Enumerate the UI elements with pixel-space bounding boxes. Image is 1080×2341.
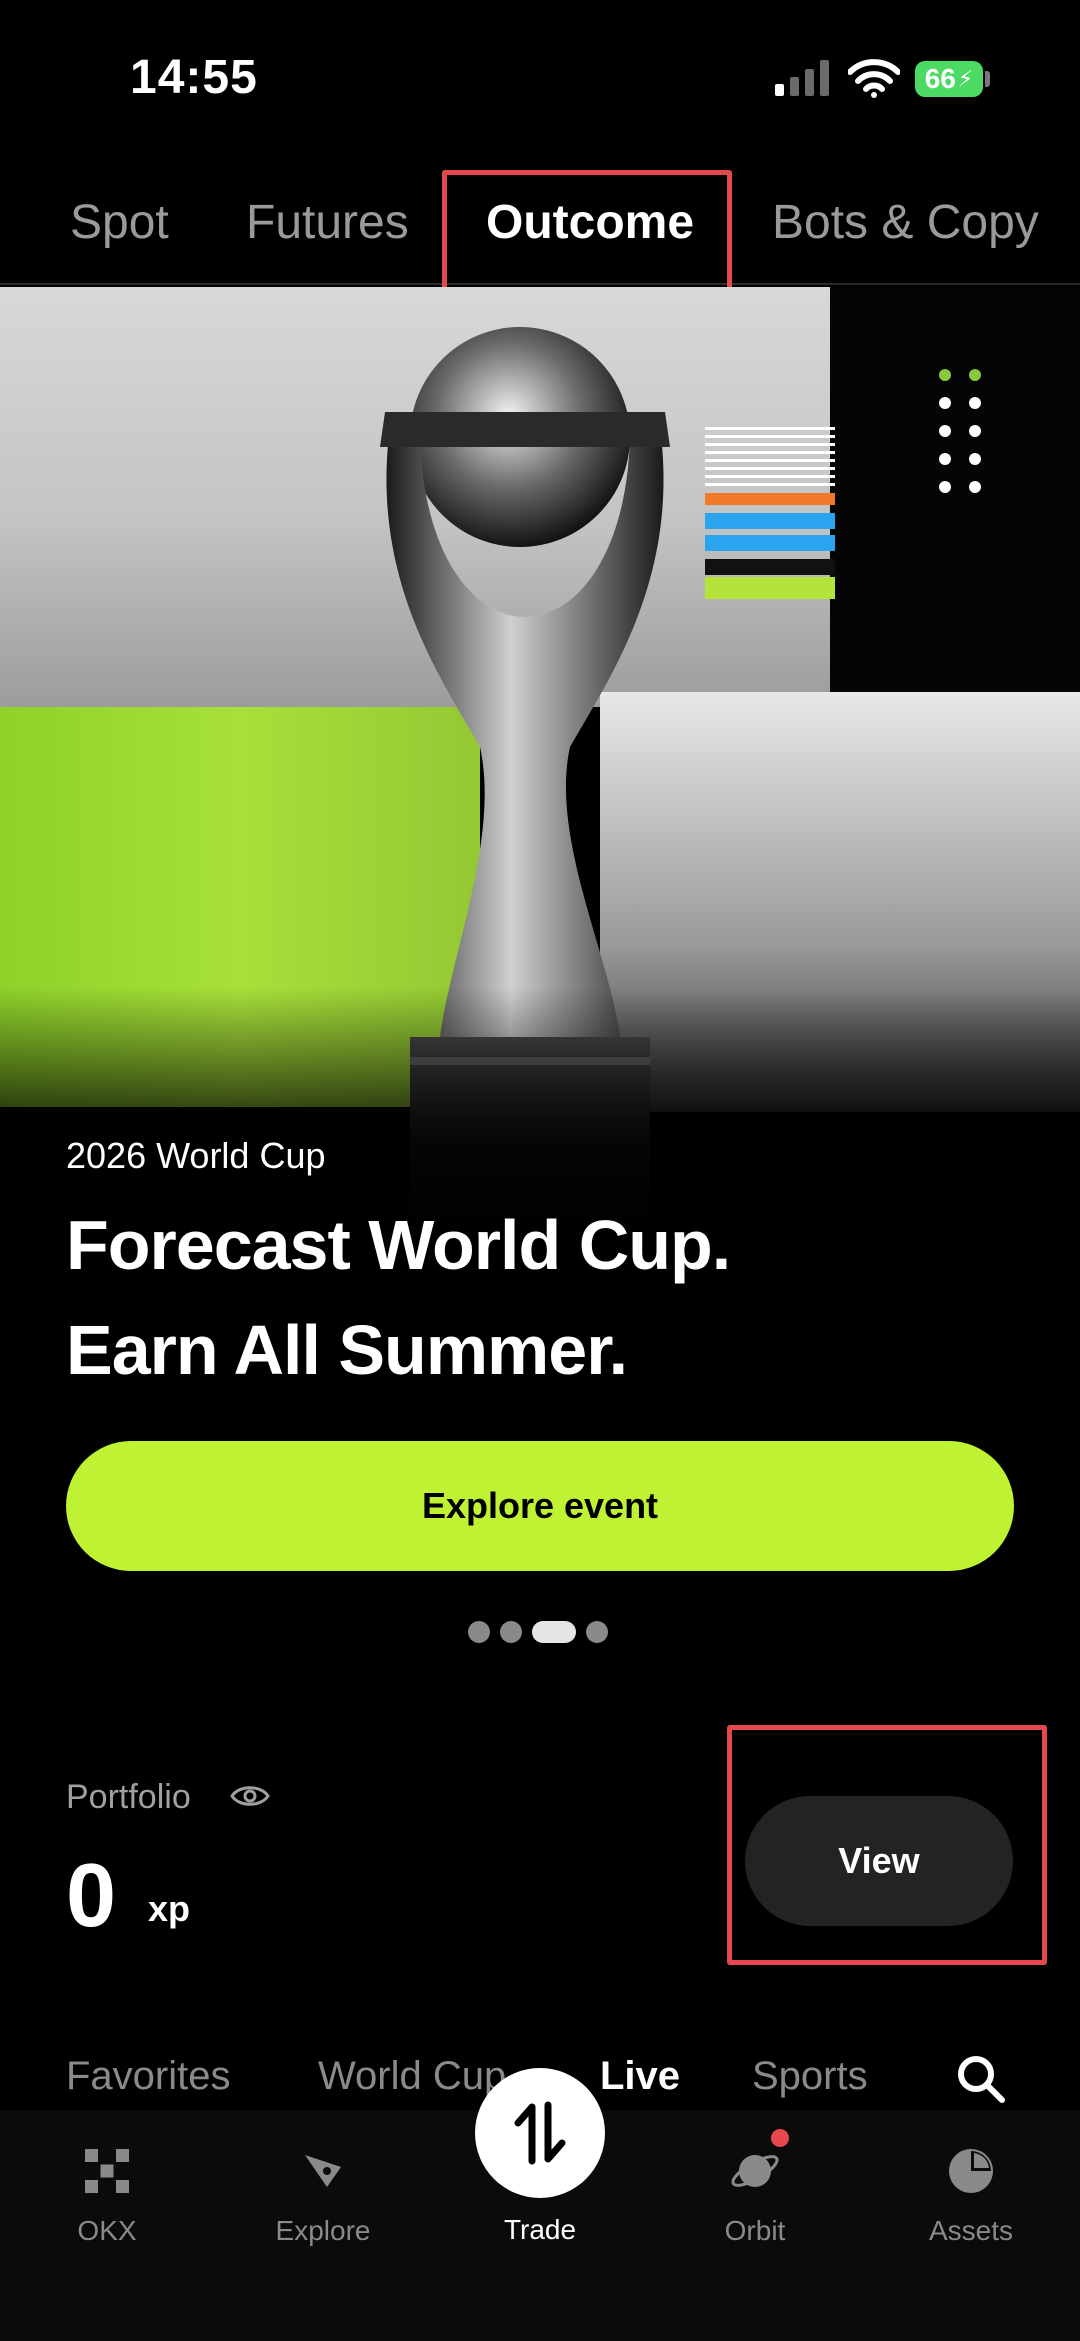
nav-label-explore: Explore (275, 2215, 371, 2246)
okx-logo-icon (85, 2149, 129, 2193)
pager-dot[interactable] (586, 1621, 608, 1643)
category-tab-favorites[interactable]: Favorites (66, 2054, 231, 2099)
category-tab-world-cup[interactable]: World Cup (318, 2054, 506, 2099)
tab-futures[interactable]: Futures (246, 195, 409, 250)
tab-bots-copy[interactable]: Bots & Copy (772, 195, 1039, 250)
pie-chart-icon (949, 2149, 993, 2193)
nav-orbit[interactable]: Orbit (675, 2145, 835, 2247)
tab-spot[interactable]: Spot (70, 195, 169, 250)
battery-tip (985, 71, 990, 87)
search-icon[interactable] (955, 2053, 1007, 2105)
nav-assets[interactable]: Assets (891, 2145, 1051, 2247)
tab-outcome[interactable]: Outcome (486, 195, 694, 250)
category-tab-sports[interactable]: Sports (752, 2054, 868, 2099)
nav-label-trade[interactable]: Trade (460, 2214, 620, 2246)
charging-bolt-icon: ⚡ (957, 66, 974, 91)
swap-arrows-icon (514, 2101, 566, 2165)
battery-indicator: 66 ⚡ (915, 61, 983, 97)
nav-okx[interactable]: OKX (27, 2145, 187, 2247)
category-tab-live[interactable]: Live (600, 2054, 680, 2099)
status-time: 14:55 (130, 51, 258, 104)
battery-level: 66 (924, 63, 956, 94)
orbit-notification-badge (771, 2129, 789, 2147)
nav-label-orbit: Orbit (724, 2215, 786, 2246)
nav-label-assets: Assets (928, 2215, 1014, 2246)
cellular-signal-icon (775, 60, 829, 96)
portfolio-unit: xp (148, 1888, 191, 1929)
carousel-pager (468, 1620, 608, 1644)
wifi-icon (848, 59, 900, 98)
pager-dot[interactable] (468, 1621, 490, 1643)
nav-explore[interactable]: Explore (243, 2145, 403, 2247)
hero-subtitle: 2026 World Cup (66, 1135, 326, 1176)
portfolio-value: 0 (66, 1846, 117, 1946)
nav-label-okx: OKX (77, 2215, 137, 2246)
explore-event-button[interactable]: Explore event (66, 1441, 1014, 1571)
trade-button[interactable] (475, 2068, 605, 2198)
hero-title-line2: Earn All Summer. (66, 1311, 628, 1389)
eye-icon[interactable] (230, 1782, 270, 1810)
compass-icon (305, 2155, 341, 2187)
portfolio-label: Portfolio (66, 1778, 191, 1816)
hero-title-line1: Forecast World Cup. (66, 1206, 731, 1284)
view-portfolio-button[interactable]: View (745, 1796, 1013, 1926)
decorative-dots (939, 369, 981, 493)
status-bar: 14:55 66 ⚡ (0, 0, 1080, 160)
market-type-tabs: Spot Futures Outcome Bots & Copy (0, 160, 1080, 285)
pager-dot-active[interactable] (532, 1621, 576, 1643)
pager-dot[interactable] (500, 1621, 522, 1643)
planet-icon (731, 2155, 779, 2187)
